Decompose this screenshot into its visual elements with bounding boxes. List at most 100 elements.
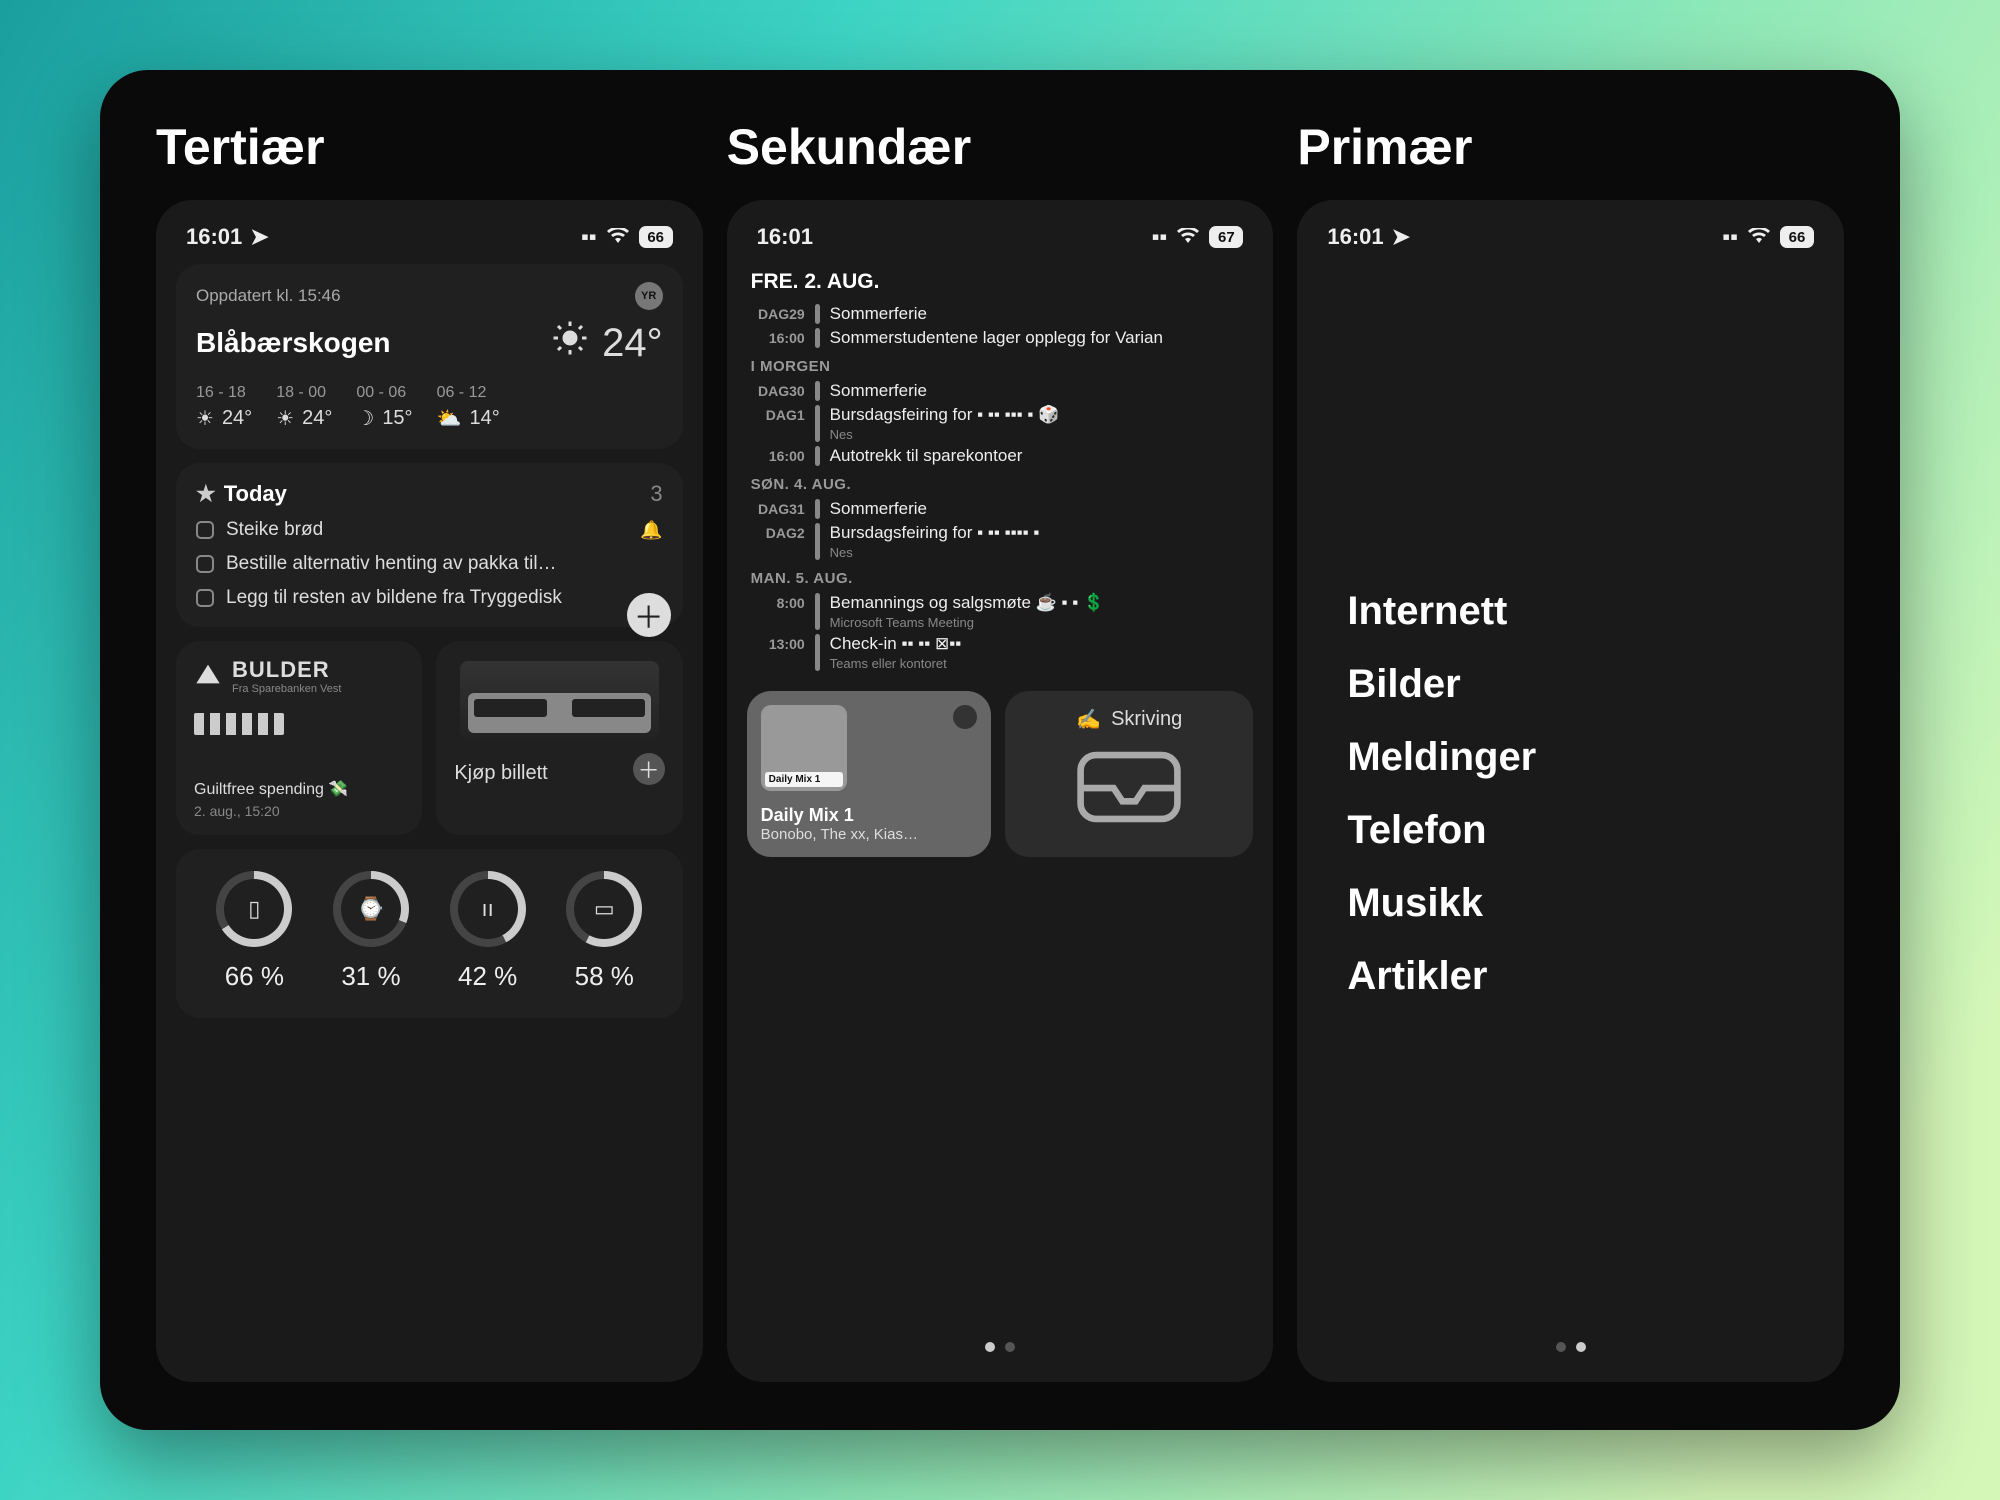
event-bar — [815, 446, 820, 466]
todo-count: 3 — [650, 481, 662, 507]
calendar-row[interactable]: 16:00Sommerstudentene lager opplegg for … — [747, 328, 1254, 348]
app-bilder[interactable]: Bilder — [1347, 662, 1824, 707]
batteries-widget[interactable]: ▯ 66 % ⌚ 31 % ıı 42 % ▭ 58 % — [176, 849, 683, 1018]
calendar-row[interactable]: DAG29 Sommerferie — [747, 304, 1254, 324]
event-bar — [815, 304, 820, 324]
weather-now-temp: 24° — [602, 321, 663, 366]
watch-icon: ⌚ — [357, 896, 384, 922]
checkbox-icon[interactable] — [196, 589, 214, 607]
checkbox-icon[interactable] — [196, 555, 214, 573]
weather-widget[interactable]: Oppdatert kl. 15:46 YR Blåbærskogen 24° — [176, 264, 683, 449]
todo-widget[interactable]: ★ Today 3 Steike brød 🔔 Bestille alternat… — [176, 463, 683, 627]
battery-pct: 31 % — [341, 961, 400, 992]
bank-widget[interactable]: BULDER Fra Sparebanken Vest Guiltfree sp… — [176, 641, 422, 835]
primary-phone: 16:01 ➤ ▪▪ 66 Internett Bilder Meldinger… — [1297, 200, 1844, 1382]
calendar-row[interactable]: DAG31Sommerferie — [747, 499, 1254, 519]
status-bar: 16:01 ➤ ▪▪ 66 — [176, 218, 683, 264]
cal-text: Sommerferie — [830, 499, 927, 519]
inbox-icon — [1021, 732, 1237, 841]
app-meldinger[interactable]: Meldinger — [1347, 735, 1824, 780]
columns: Tertiær 16:01 ➤ ▪▪ 66 — [156, 118, 1844, 1382]
calendar-row[interactable]: DAG30 Sommerferie — [747, 381, 1254, 401]
pencil-icon: ✍️ — [1076, 707, 1101, 732]
event-bar — [815, 381, 820, 401]
calendar-row[interactable]: 8:00Bemannings og salgsmøte ☕ ▪ ▪ 💲Micro… — [747, 593, 1254, 630]
cal-time: 13:00 — [747, 634, 805, 652]
cal-time: DAG29 — [747, 304, 805, 322]
checkbox-icon[interactable] — [196, 521, 214, 539]
tertiary-phone: 16:01 ➤ ▪▪ 66 Oppdatert kl. 15:46 — [156, 200, 703, 1382]
todo-title: Today — [224, 481, 287, 506]
cal-text: Sommerferie — [830, 304, 927, 324]
battery-badge: 67 — [1209, 226, 1243, 248]
playlist-subtitle: Bonobo, The xx, Kias… — [761, 826, 977, 843]
bulder-logo-icon — [194, 660, 222, 693]
cellular-icon: ▪▪ — [1722, 224, 1738, 250]
app-telefon[interactable]: Telefon — [1347, 808, 1824, 853]
todo-item[interactable]: Bestille alternativ henting av pakka til… — [196, 553, 663, 575]
cal-text: Autotrekk til sparekontoer — [830, 446, 1023, 466]
moon-icon: ☽ — [356, 406, 374, 431]
cal-text: Bursdagsfeiring for ▪ ▪▪ ▪▪▪ ▪ 🎲 — [830, 405, 1060, 424]
todo-item[interactable]: Steike brød 🔔 — [196, 519, 663, 541]
writing-widget[interactable]: ✍️Skriving — [1005, 691, 1253, 857]
add-ticket-button[interactable]: ＋ — [633, 753, 665, 785]
calendar-row[interactable]: DAG2Bursdagsfeiring for ▪ ▪▪ ▪▪▪▪ ▪Nes — [747, 523, 1254, 560]
spotify-widget[interactable]: Daily Mix 1 Daily Mix 1 Bonobo, The xx, … — [747, 691, 991, 857]
cal-sub-text: Nes — [830, 545, 1040, 560]
event-bar — [815, 523, 820, 560]
bank-date: 2. aug., 15:20 — [194, 803, 404, 819]
calendar-widget[interactable]: FRE. 2. AUG. DAG29Sommerferie 16:00Somme… — [747, 264, 1254, 675]
battery-pct: 66 % — [225, 961, 284, 992]
cal-text: Sommerstudentene lager opplegg for Varia… — [830, 328, 1163, 348]
playlist-title: Daily Mix 1 — [761, 805, 977, 826]
cal-time: DAG30 — [747, 381, 805, 399]
calendar-row[interactable]: 13:00Check-in ▪▪ ▪▪ ⊠▪▪Teams eller konto… — [747, 634, 1254, 671]
app-list: Internett Bilder Meldinger Telefon Musik… — [1317, 264, 1824, 1324]
star-icon: ★ — [196, 481, 216, 506]
page-indicator[interactable] — [1317, 1324, 1824, 1358]
page-dot[interactable] — [1005, 1342, 1015, 1352]
cal-text: Sommerferie — [830, 381, 927, 401]
app-artikler[interactable]: Artikler — [1347, 954, 1824, 999]
add-todo-button[interactable]: ＋ — [627, 593, 671, 637]
forecast-temp: 24° — [302, 407, 332, 430]
wifi-icon — [607, 224, 629, 250]
tertiary-title: Tertiær — [156, 118, 703, 176]
calendar-row[interactable]: 16:00 Autotrekk til sparekontoer — [747, 446, 1254, 466]
page-dot[interactable] — [985, 1342, 995, 1352]
transit-widget[interactable]: Kjøp billett ＋ — [436, 641, 682, 835]
calendar-row[interactable]: DAG1Bursdagsfeiring for ▪ ▪▪ ▪▪▪ ▪ 🎲Nes — [747, 405, 1254, 442]
page-dot[interactable] — [1576, 1342, 1586, 1352]
status-time: 16:01 — [757, 224, 813, 250]
calendar-subhead: I MORGEN — [751, 358, 1254, 375]
cal-time: 16:00 — [747, 446, 805, 464]
page-indicator[interactable] — [747, 1324, 1254, 1358]
cal-sub-text: Teams eller kontoret — [830, 656, 962, 671]
sun-icon: ☀ — [276, 406, 294, 431]
forecast-range: 16 - 18 — [196, 384, 252, 402]
calendar-subhead: SØN. 4. AUG. — [751, 476, 1254, 493]
showcase-frame: Tertiær 16:01 ➤ ▪▪ 66 — [100, 70, 1900, 1430]
secondary-phone: 16:01 ▪▪ 67 FRE. 2. AUG. DAG29Sommerferi… — [727, 200, 1274, 1382]
app-musikk[interactable]: Musikk — [1347, 881, 1824, 926]
todo-label: Bestille alternativ henting av pakka til… — [226, 553, 557, 575]
todo-item[interactable]: Legg til resten av bildene fra Tryggedis… — [196, 587, 663, 609]
cal-text: Bemannings og salgsmøte ☕ ▪ ▪ 💲 — [830, 593, 1105, 612]
forecast-temp: 24° — [222, 407, 252, 430]
forecast-temp: 14° — [469, 407, 499, 430]
location-arrow-icon: ➤ — [250, 224, 268, 250]
battery-pct: 42 % — [458, 961, 517, 992]
todo-label: Steike brød — [226, 519, 323, 541]
bank-label: Guiltfree spending 💸 — [194, 779, 404, 799]
art-label: Daily Mix 1 — [765, 772, 843, 787]
page-dot[interactable] — [1556, 1342, 1566, 1352]
sun-icon: ☀ — [196, 406, 214, 431]
status-time: 16:01 — [186, 224, 242, 250]
battery-case: ▭ 58 % — [566, 871, 642, 992]
app-internett[interactable]: Internett — [1347, 589, 1824, 634]
earbuds-icon: ıı — [482, 896, 494, 922]
cal-time: DAG1 — [747, 405, 805, 423]
event-bar — [815, 405, 820, 442]
todo-label: Legg til resten av bildene fra Tryggedis… — [226, 587, 562, 609]
